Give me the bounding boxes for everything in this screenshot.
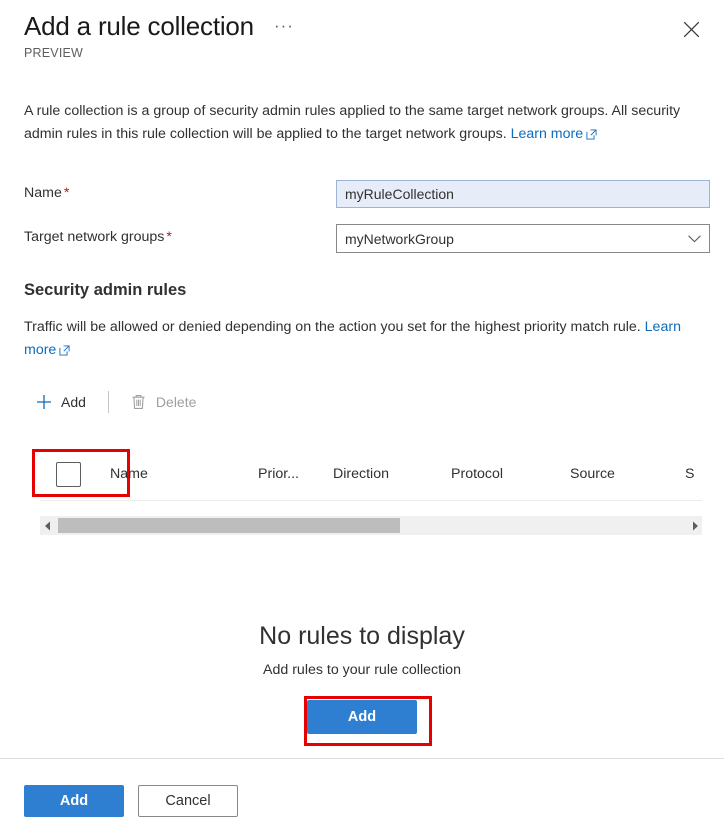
required-asterisk: * (166, 229, 172, 245)
column-header-source[interactable]: Source (570, 466, 615, 482)
page-title: Add a rule collection (24, 11, 254, 41)
blade-footer: Add Cancel (0, 758, 724, 829)
footer-actions: Add Cancel (24, 785, 238, 817)
trash-icon (131, 394, 147, 410)
name-label: Name * (24, 185, 69, 201)
external-link-icon (59, 341, 70, 364)
column-header-protocol[interactable]: Protocol (451, 466, 503, 482)
external-link-icon (586, 125, 597, 148)
close-icon[interactable] (676, 14, 706, 44)
select-all-checkbox[interactable] (56, 462, 81, 487)
rules-grid: Name Prior... Direction Protocol Source … (40, 452, 702, 535)
grid-empty-state: No rules to display Add rules to your ru… (0, 620, 724, 734)
column-header-source-port-truncated[interactable]: S (685, 466, 694, 482)
delete-rule-button[interactable]: Delete (119, 380, 208, 424)
target-network-groups-label-text: Target network groups (24, 229, 165, 245)
field-row-target-network-groups: Target network groups * myNetworkGroup (24, 224, 712, 254)
preview-badge: PREVIEW (24, 46, 84, 60)
field-row-name: Name * (24, 180, 712, 210)
empty-state-subtitle: Add rules to your rule collection (263, 662, 461, 678)
column-header-name[interactable]: Name (110, 466, 148, 482)
grid-header-row: Name Prior... Direction Protocol Source … (40, 452, 702, 501)
footer-cancel-button[interactable]: Cancel (138, 785, 238, 817)
scroll-left-arrow-icon[interactable] (40, 516, 54, 535)
blade-description: A rule collection is a group of security… (24, 100, 712, 148)
blade-header: Add a rule collection ··· PREVIEW (0, 0, 724, 72)
section-description: Traffic will be allowed or denied depend… (24, 316, 712, 364)
empty-state-title: No rules to display (259, 622, 465, 650)
target-network-groups-dropdown[interactable]: myNetworkGroup (336, 224, 710, 253)
scrollbar-thumb[interactable] (58, 518, 400, 533)
rules-command-bar: Add Delete (24, 378, 208, 426)
add-rule-button[interactable]: Add (24, 380, 98, 424)
section-description-text: Traffic will be allowed or denied depend… (24, 319, 645, 335)
empty-state-add-button[interactable]: Add (307, 700, 417, 734)
learn-more-label: Learn more (510, 126, 584, 142)
required-asterisk: * (63, 185, 70, 201)
section-title-security-admin-rules: Security admin rules (24, 281, 187, 299)
target-network-groups-value: myNetworkGroup (345, 230, 454, 247)
chevron-down-icon (687, 232, 701, 246)
command-bar-divider (107, 391, 109, 413)
name-input[interactable] (336, 180, 710, 208)
grid-horizontal-scrollbar[interactable] (40, 516, 702, 535)
plus-icon (36, 394, 52, 410)
add-rule-label: Add (61, 394, 86, 410)
delete-rule-label: Delete (155, 394, 197, 410)
name-label-text: Name (24, 185, 62, 201)
column-header-direction[interactable]: Direction (333, 466, 389, 482)
target-network-groups-label: Target network groups * (24, 229, 172, 245)
column-header-priority[interactable]: Prior... (258, 466, 299, 482)
scroll-right-arrow-icon[interactable] (688, 516, 702, 535)
learn-more-link-intro[interactable]: Learn more (511, 126, 584, 142)
title-row: Add a rule collection ··· (24, 10, 298, 42)
footer-add-button[interactable]: Add (24, 785, 124, 817)
more-menu-icon[interactable]: ··· (270, 17, 298, 34)
blade-body: A rule collection is a group of security… (0, 72, 724, 759)
